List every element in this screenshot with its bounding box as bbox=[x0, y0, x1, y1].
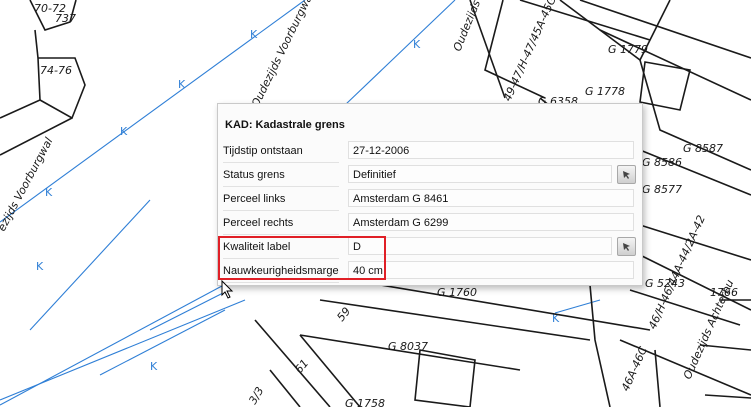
feature-info-popup: KAD: Kadastrale grens Tijdstip ontstaan … bbox=[217, 103, 643, 286]
field-value[interactable]: Amsterdam G 6299 bbox=[348, 213, 634, 231]
field-value[interactable]: 27-12-2006 bbox=[348, 141, 634, 159]
pick-list-button[interactable] bbox=[617, 165, 636, 184]
field-value[interactable]: Amsterdam G 8461 bbox=[348, 189, 634, 207]
parcel-label: G 8586 bbox=[642, 156, 682, 169]
boundary-mark: K bbox=[36, 260, 44, 273]
info-row-perceel-links: Perceel links Amsterdam G 8461 bbox=[220, 188, 638, 211]
address-label: 46/H-46/44A-44/2A-42 bbox=[646, 213, 708, 331]
boundary-mark: K bbox=[150, 360, 158, 373]
info-row-status-grens: Status grens Definitief bbox=[220, 164, 638, 187]
boundary-mark: K bbox=[45, 186, 53, 199]
field-value[interactable]: Definitief bbox=[348, 165, 612, 183]
boundary-mark: K bbox=[120, 125, 128, 138]
parcel-label: 3/3 bbox=[246, 385, 266, 407]
field-label: Status grens bbox=[223, 164, 339, 187]
parcel-label: G 1760 bbox=[437, 286, 477, 299]
boundary-mark: K bbox=[413, 38, 421, 51]
field-label: Nauwkeurigheidsmarge bbox=[223, 260, 339, 283]
parcel-label: 737 bbox=[55, 12, 76, 25]
pick-list-icon bbox=[623, 171, 630, 179]
field-label: Perceel links bbox=[223, 188, 339, 211]
field-value[interactable]: 40 cm bbox=[348, 261, 634, 279]
parcel-label: G 1758 bbox=[345, 397, 385, 407]
boundary-mark: K bbox=[250, 28, 258, 41]
parcel-label: G 1779 bbox=[608, 43, 648, 56]
info-row-perceel-rechts: Perceel rechts Amsterdam G 6299 bbox=[220, 212, 638, 235]
parcel-label: G 8037 bbox=[388, 340, 428, 353]
address-label: 49-47/H-47/45A-45G bbox=[501, 0, 559, 103]
field-value[interactable]: D bbox=[348, 237, 612, 255]
parcel-label: G 8587 bbox=[683, 142, 723, 155]
parcel-label: G 8577 bbox=[642, 183, 682, 196]
popup-title: KAD: Kadastrale grens bbox=[225, 119, 345, 131]
mouse-pointer-icon bbox=[221, 280, 234, 299]
boundary-mark: K bbox=[178, 78, 186, 91]
field-label: Perceel rechts bbox=[223, 212, 339, 235]
field-label: Tijdstip ontstaan bbox=[223, 140, 339, 163]
info-row-nauwkeurigheidsmarge: Nauwkeurigheidsmarge 40 cm bbox=[220, 260, 638, 283]
pick-list-button[interactable] bbox=[617, 237, 636, 256]
parcel-label: G 1778 bbox=[585, 85, 625, 98]
field-label: Kwaliteit label bbox=[223, 236, 339, 259]
street-label: Oudezijds Achterbu bbox=[681, 278, 737, 382]
street-label: Oudezijds Vo bbox=[451, 0, 490, 53]
pick-list-icon bbox=[623, 243, 630, 251]
parcel-label: 74-76 bbox=[40, 64, 72, 77]
parcel-label: 59 bbox=[334, 305, 353, 324]
address-label: 46A-46C bbox=[619, 345, 650, 394]
info-row-kwaliteit-label: Kwaliteit label D bbox=[220, 236, 638, 259]
info-row-tijdstip-ontstaan: Tijdstip ontstaan 27-12-2006 bbox=[220, 140, 638, 163]
parcel-label: 61 bbox=[292, 357, 311, 376]
